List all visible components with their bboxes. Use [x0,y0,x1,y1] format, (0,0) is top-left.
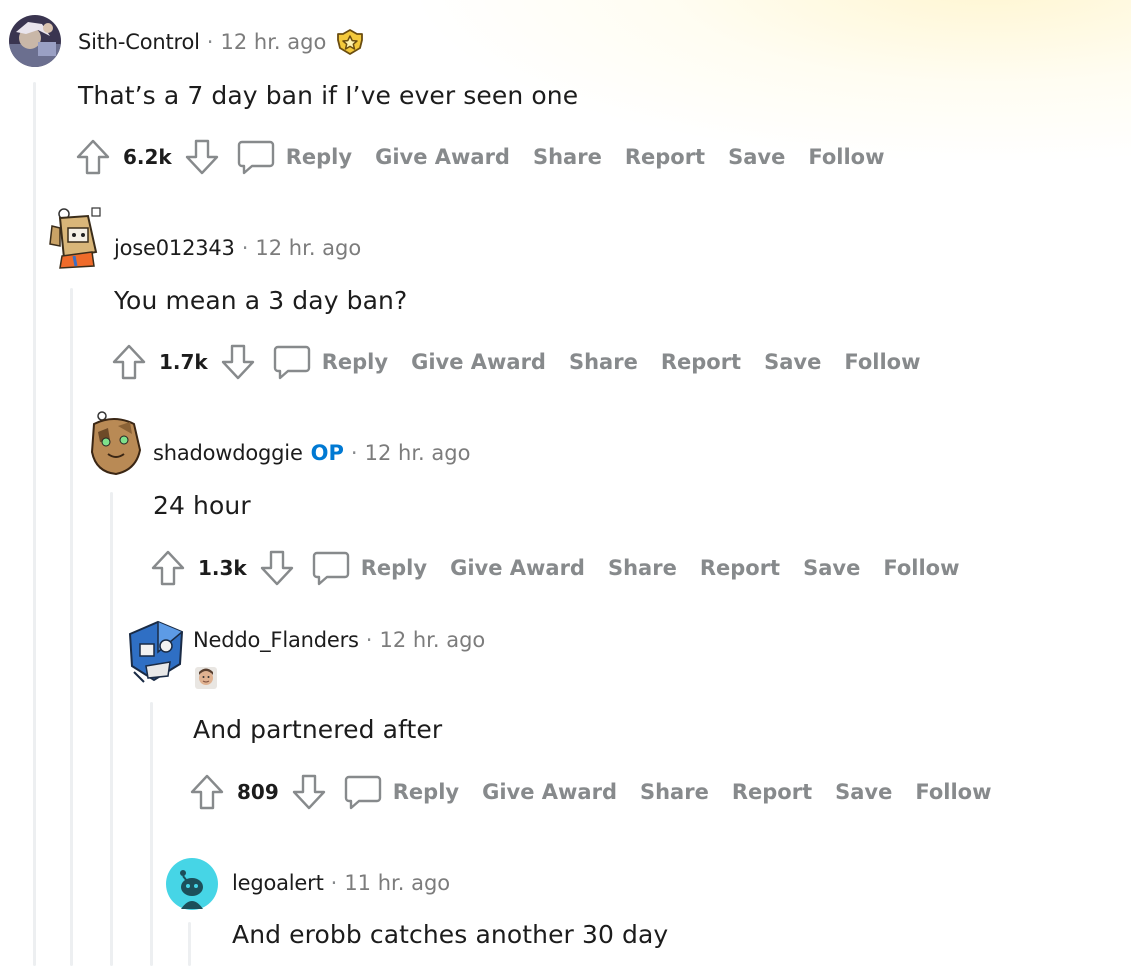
give-award-button[interactable]: Give Award [375,145,510,169]
share-button[interactable]: Share [640,780,709,804]
downvote-icon[interactable] [259,549,295,587]
user-avatar[interactable] [86,410,144,478]
save-button[interactable]: Save [764,350,821,374]
thread-line[interactable] [33,82,36,966]
share-button[interactable]: Share [533,145,602,169]
downvote-icon[interactable] [184,138,220,176]
save-button[interactable]: Save [803,556,860,580]
vote-score: 6.2k [123,145,172,169]
user-avatar[interactable] [8,14,62,68]
give-award-button[interactable]: Give Award [482,780,617,804]
username[interactable]: shadowdoggie [153,441,303,465]
timestamp[interactable]: 12 hr. ago [255,236,361,260]
follow-button[interactable]: Follow [808,145,884,169]
reply-bubble-icon[interactable] [272,343,312,381]
separator-dot: · [365,628,373,652]
thread-line[interactable] [110,492,113,966]
username[interactable]: Neddo_Flanders [193,628,359,652]
comment-body: That’s a 7 day ban if I’ve ever seen one [78,81,579,110]
reply-bubble-icon[interactable] [343,773,383,811]
comment-body: You mean a 3 day ban? [114,286,408,315]
upvote-icon[interactable] [75,138,111,176]
award-icon[interactable] [336,28,364,56]
username[interactable]: Sith-Control [78,30,200,54]
downvote-icon[interactable] [220,343,256,381]
thread-line[interactable] [70,288,73,966]
user-avatar[interactable] [165,857,219,911]
comment-actions: 1.7k Reply Give Award Share Report Save … [111,342,921,382]
user-flair-icon [195,667,217,689]
comment-actions: 1.3k Reply Give Award Share Report Save … [150,548,960,588]
op-badge: OP [310,441,344,465]
reply-button[interactable]: Reply [322,350,388,374]
comment-body: And partnered after [193,715,443,744]
reply-bubble-icon[interactable] [311,549,351,587]
reply-button[interactable]: Reply [393,780,459,804]
thread-line[interactable] [150,702,153,966]
timestamp[interactable]: 12 hr. ago [220,30,326,54]
comment-body: 24 hour [153,491,251,520]
reply-bubble-icon[interactable] [236,138,276,176]
report-button[interactable]: Report [700,556,780,580]
reply-button[interactable]: Reply [286,145,352,169]
separator-dot: · [350,441,358,465]
upvote-icon[interactable] [189,773,225,811]
separator-dot: · [241,236,249,260]
timestamp[interactable]: 12 hr. ago [379,628,485,652]
separator-dot: · [330,871,338,895]
separator-dot: · [206,30,214,54]
share-button[interactable]: Share [608,556,677,580]
downvote-icon[interactable] [291,773,327,811]
save-button[interactable]: Save [835,780,892,804]
username[interactable]: legoalert [232,871,324,895]
comment-body: And erobb catches another 30 day [232,920,669,949]
award-highlight-glow [420,0,1131,160]
user-avatar[interactable] [44,206,106,270]
vote-score: 1.3k [198,556,247,580]
report-button[interactable]: Report [732,780,812,804]
reply-button[interactable]: Reply [361,556,427,580]
timestamp[interactable]: 11 hr. ago [344,871,450,895]
upvote-icon[interactable] [150,549,186,587]
thread-line[interactable] [188,922,191,966]
follow-button[interactable]: Follow [915,780,991,804]
vote-score: 809 [237,780,279,804]
share-button[interactable]: Share [569,350,638,374]
timestamp[interactable]: 12 hr. ago [365,441,471,465]
comment-actions: 809 Reply Give Award Share Report Save F… [189,772,992,812]
save-button[interactable]: Save [728,145,785,169]
report-button[interactable]: Report [625,145,705,169]
report-button[interactable]: Report [661,350,741,374]
comment-actions: 6.2k Reply Give Award Share Report Save … [75,137,885,177]
follow-button[interactable]: Follow [883,556,959,580]
upvote-icon[interactable] [111,343,147,381]
follow-button[interactable]: Follow [844,350,920,374]
user-avatar[interactable] [126,616,186,686]
give-award-button[interactable]: Give Award [450,556,585,580]
username[interactable]: jose012343 [114,236,235,260]
vote-score: 1.7k [159,350,208,374]
give-award-button[interactable]: Give Award [411,350,546,374]
